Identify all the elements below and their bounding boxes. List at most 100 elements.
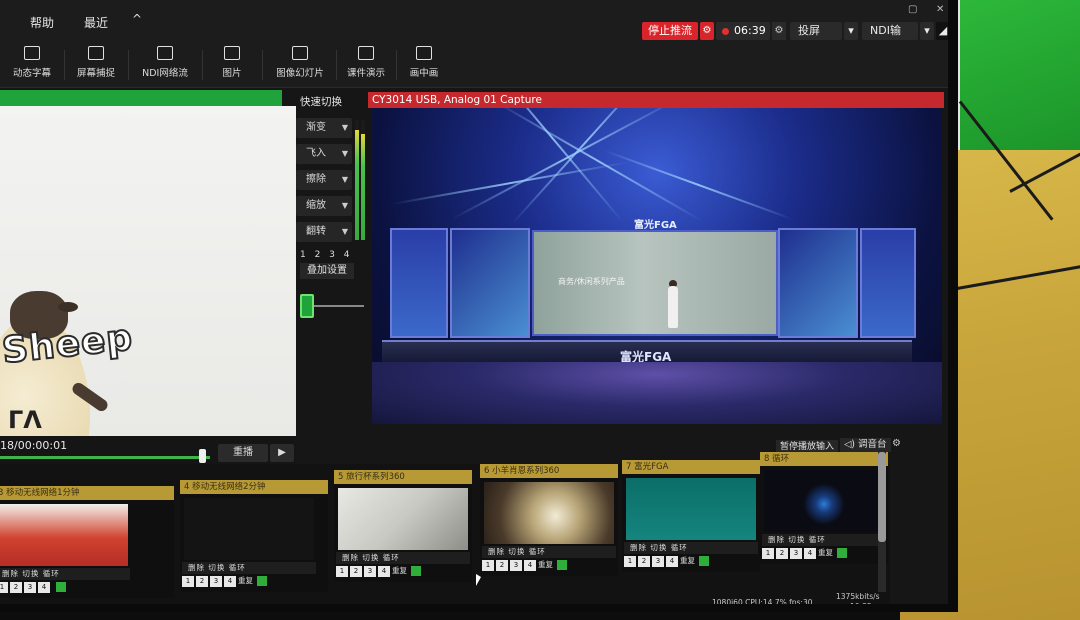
- tile-controls[interactable]: 删除 切换 循环: [624, 542, 758, 554]
- dropdown-icon[interactable]: ▼: [342, 118, 348, 138]
- play-icon[interactable]: ▶: [270, 444, 294, 462]
- ndi-output-button[interactable]: NDI输出: [862, 22, 918, 55]
- tile-num[interactable]: 3: [210, 576, 222, 587]
- source-tile[interactable]: 6 小羊肖恩系列360 删除 切换 循环 1 2 3 4 重复: [480, 464, 618, 576]
- dropdown-icon[interactable]: ▼: [342, 196, 348, 216]
- transition-flip[interactable]: 翻转 ▼: [296, 222, 352, 242]
- transition-zoom[interactable]: 缩放 ▼: [296, 196, 352, 216]
- close-icon[interactable]: ✕: [936, 4, 944, 15]
- tile-num[interactable]: 1: [482, 560, 494, 571]
- tile-numbers[interactable]: 1 2 3 4 重复: [336, 565, 470, 577]
- tool-dynamic-caption[interactable]: 动态字幕: [10, 46, 54, 79]
- seek-handle[interactable]: [199, 449, 206, 463]
- tile-num[interactable]: 3: [652, 556, 664, 567]
- light-beam: [511, 108, 660, 225]
- tile-num[interactable]: 1: [336, 566, 348, 577]
- maximize-icon[interactable]: ▢: [908, 4, 917, 15]
- source-tile[interactable]: 5 旅行杯系列360 删除 切换 循环 1 2 3 4 重复: [334, 470, 472, 582]
- tile-numbers[interactable]: 1 2 3 4 重复: [624, 555, 758, 567]
- tile-controls[interactable]: 删除 切换 循环: [336, 552, 470, 564]
- photo-scene: 帮助 最近 ^ ▢ ✕ 停止推流 ⚙ 06:39 ⚙ 投屏 ▾ NDI输出 ▾ …: [0, 0, 1080, 620]
- source-tile[interactable]: 8 循环 删除 切换 循环 1 2 3 4 重复: [760, 452, 888, 564]
- tile-num[interactable]: 2: [638, 556, 650, 567]
- tile-title: 5 旅行杯系列360: [334, 470, 472, 484]
- tile-num[interactable]: 3: [24, 582, 36, 593]
- tile-num[interactable]: 4: [38, 582, 50, 593]
- seek-bar[interactable]: [0, 456, 210, 459]
- tile-num[interactable]: 4: [224, 576, 236, 587]
- tile-num[interactable]: 4: [666, 556, 678, 567]
- tile-num[interactable]: 4: [378, 566, 390, 577]
- preview-monitor[interactable]: Sheep ΓΛ: [0, 106, 296, 436]
- replay-button[interactable]: 重播: [218, 444, 268, 462]
- transition-fly-in[interactable]: 飞入 ▼: [296, 144, 352, 164]
- tile-num[interactable]: 1: [762, 548, 774, 559]
- tile-num[interactable]: 1: [0, 582, 8, 593]
- tool-image[interactable]: 图片: [212, 46, 252, 79]
- tile-num[interactable]: 3: [790, 548, 802, 559]
- tile-numbers[interactable]: 1234: [0, 581, 130, 593]
- transition-fade[interactable]: 渐变 ▼: [296, 118, 352, 138]
- tile-mode[interactable]: 重复: [538, 560, 553, 569]
- tile-controls[interactable]: 删除 切换 循环: [0, 568, 130, 580]
- stage-logo: 富光FGA: [634, 220, 677, 231]
- tile-num[interactable]: 1: [624, 556, 636, 567]
- dropdown-icon[interactable]: ▼: [342, 144, 348, 164]
- tile-num[interactable]: 3: [364, 566, 376, 577]
- transition-wipe[interactable]: 擦除 ▼: [296, 170, 352, 190]
- t-bar-handle[interactable]: [300, 294, 314, 318]
- collapse-icon[interactable]: ^: [132, 12, 142, 26]
- tile-num[interactable]: 2: [776, 548, 788, 559]
- tile-num[interactable]: 3: [510, 560, 522, 571]
- audio-settings-icon[interactable]: ⚙: [892, 438, 901, 449]
- meter-level: [355, 129, 359, 240]
- ndi-icon: [157, 46, 173, 60]
- source-tile[interactable]: 3 移动无线网络1分钟 删除 切换 循环 1234: [0, 486, 174, 598]
- tile-mode[interactable]: 重复: [392, 566, 407, 575]
- tile-num[interactable]: 2: [350, 566, 362, 577]
- tile-mode[interactable]: 重复: [818, 548, 833, 557]
- cast-dropdown-icon[interactable]: ▾: [844, 22, 858, 40]
- record-settings-icon[interactable]: ⚙: [772, 22, 786, 40]
- stop-stream-button[interactable]: 停止推流: [642, 22, 698, 40]
- ndi-dropdown-icon[interactable]: ▾: [920, 22, 934, 40]
- tool-ndi-stream[interactable]: NDI网络流: [138, 46, 192, 79]
- menu-recent[interactable]: 最近: [84, 14, 108, 31]
- source-tile[interactable]: 7 富光FGA 删除 切换 循环 1 2 3 4 重复: [622, 460, 760, 572]
- tile-numbers[interactable]: 1 2 3 4 重复: [762, 547, 896, 559]
- tile-num[interactable]: 2: [196, 576, 208, 587]
- tool-screen-capture[interactable]: 屏幕捕捉: [74, 46, 118, 79]
- toolbar-divider: [396, 50, 397, 80]
- tile-numbers[interactable]: 1 2 3 4 重复: [182, 575, 316, 587]
- tool-image-slides[interactable]: 图像幻灯片: [272, 46, 328, 79]
- transition-label: 缩放: [306, 200, 326, 211]
- tile-controls[interactable]: 删除 切换 循环: [762, 534, 884, 546]
- status-cpu: CPU:14.7%: [745, 598, 787, 607]
- tile-num[interactable]: 2: [496, 560, 508, 571]
- tile-num[interactable]: 2: [10, 582, 22, 593]
- tile-controls[interactable]: 删除 切换 循环: [482, 546, 616, 558]
- dropdown-icon[interactable]: ▼: [342, 170, 348, 190]
- tiles-scroll-thumb[interactable]: [878, 452, 886, 542]
- transition-presets[interactable]: 1 2 3 4: [300, 250, 353, 260]
- tile-numbers[interactable]: 1 2 3 4 重复: [482, 559, 616, 571]
- toolbar-divider: [128, 50, 129, 80]
- presenter: [668, 286, 678, 328]
- tile-num[interactable]: 4: [524, 560, 536, 571]
- tile-controls[interactable]: 删除 切换 循环: [182, 562, 316, 574]
- source-tile[interactable]: 4 移动无线网络2分钟 删除 切换 循环 1 2 3 4 重复: [180, 480, 328, 592]
- tile-mode[interactable]: 重复: [238, 576, 253, 585]
- sheep-ear: [58, 302, 78, 312]
- tool-pip[interactable]: 画中画: [404, 46, 444, 79]
- tool-courseware[interactable]: 课件演示: [344, 46, 388, 79]
- audio-mixer-button[interactable]: ◁) 调音台: [840, 438, 891, 452]
- cast-button[interactable]: 投屏: [790, 22, 842, 40]
- stream-settings-icon[interactable]: ⚙: [700, 22, 714, 40]
- tile-mode[interactable]: 重复: [680, 556, 695, 565]
- tile-num[interactable]: 1: [182, 576, 194, 587]
- tool-label: 屏幕捕捉: [76, 68, 115, 79]
- tile-num[interactable]: 4: [804, 548, 816, 559]
- dropdown-icon[interactable]: ▼: [342, 222, 348, 242]
- menu-help[interactable]: 帮助: [30, 14, 54, 31]
- overlay-settings-button[interactable]: 叠加设置: [300, 263, 354, 279]
